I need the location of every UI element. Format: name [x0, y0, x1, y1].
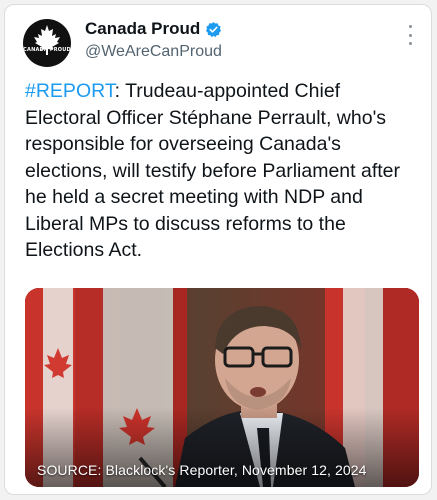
- tweet-card[interactable]: CANADA PROUD Canada Proud @WeAreCanProud…: [4, 4, 432, 495]
- verified-badge-icon: [206, 21, 222, 37]
- hashtag-link[interactable]: #REPORT: [25, 80, 115, 102]
- tweet-body: : Trudeau-appointed Chief Electoral Offi…: [25, 80, 400, 261]
- tweet-text: #REPORT: Trudeau-appointed Chief Elector…: [25, 78, 420, 264]
- maple-leaf-icon: [34, 25, 60, 55]
- display-name-row[interactable]: Canada Proud: [85, 19, 222, 39]
- account-handle[interactable]: @WeAreCanProud: [85, 43, 222, 61]
- display-name[interactable]: Canada Proud: [85, 19, 200, 39]
- avatar-label: CANADA PROUD: [23, 47, 71, 53]
- photo-illustration: [25, 288, 419, 487]
- tweet-media-image[interactable]: SOURCE: Blacklock's Reporter, November 1…: [25, 288, 419, 487]
- account-avatar[interactable]: CANADA PROUD: [23, 19, 71, 67]
- more-options-icon[interactable]: [407, 25, 413, 45]
- media-caption: SOURCE: Blacklock's Reporter, November 1…: [37, 462, 367, 478]
